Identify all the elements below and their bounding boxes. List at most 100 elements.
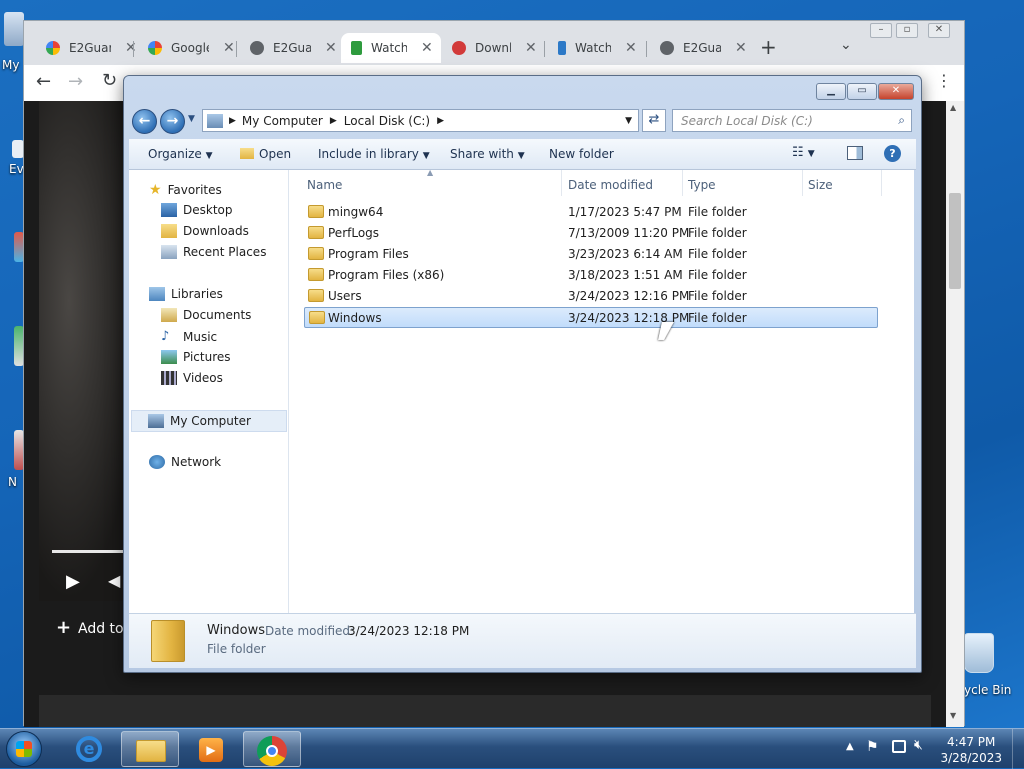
tab-search-icon[interactable]: ⌄ [840, 37, 852, 53]
tab-label: Google [171, 41, 209, 55]
close-tab-icon[interactable]: ✕ [735, 40, 747, 56]
desktop-icon [161, 203, 177, 217]
close-tab-icon[interactable]: ✕ [625, 40, 637, 56]
close-tab-icon[interactable]: ✕ [525, 40, 537, 56]
tab-5[interactable]: Downl ✕ [442, 33, 537, 63]
address-bar[interactable]: ▶ My Computer ▶ Local Disk (C:) ▶ ▼ [202, 109, 639, 132]
progress-bar[interactable] [52, 550, 124, 553]
recycle-bin-icon[interactable] [964, 633, 994, 673]
maximize-button[interactable]: ▭ [847, 83, 877, 100]
file-row-selected[interactable]: Windows 3/24/2023 12:18 PM File folder [304, 307, 878, 328]
taskbar-internet-explorer[interactable]: e [60, 731, 118, 767]
volume-muted-icon[interactable]: 🔇︎ [914, 737, 923, 753]
new-folder-button[interactable]: New folder [549, 147, 614, 161]
new-tab-icon[interactable]: + [760, 35, 777, 59]
preview-pane-icon[interactable] [847, 146, 863, 160]
menu-icon[interactable]: ⋮ [936, 71, 952, 90]
network-tray-icon[interactable] [892, 740, 906, 753]
tab-4-active[interactable]: Watch ✕ [341, 33, 441, 63]
tab-2[interactable]: Google ✕ [138, 33, 235, 63]
column-divider[interactable] [881, 170, 882, 196]
file-row[interactable]: Program Files (x86) 3/18/2023 1:51 AM Fi… [304, 265, 878, 286]
forward-button[interactable]: → [160, 109, 185, 134]
close-button[interactable]: ✕ [928, 23, 950, 38]
nav-videos[interactable]: Videos [161, 371, 223, 385]
scroll-down-icon[interactable]: ▼ [950, 711, 956, 720]
action-center-flag-icon[interactable]: ⚑ [866, 739, 879, 755]
breadcrumb-separator-icon: ▶ [329, 115, 337, 126]
view-options-icon[interactable]: ☷ ▼ [792, 145, 815, 160]
organize-button[interactable]: Organize ▼ [148, 147, 213, 161]
column-header-type[interactable]: Type [688, 178, 716, 192]
file-row[interactable]: mingw64 1/17/2023 5:47 PM File folder [304, 202, 878, 223]
search-icon[interactable]: ⌕ [898, 113, 905, 128]
file-row[interactable]: PerfLogs 7/13/2009 11:20 PM File folder [304, 223, 878, 244]
nav-favorites[interactable]: ★ Favorites [149, 182, 222, 198]
help-icon[interactable]: ? [884, 145, 901, 162]
breadcrumb-local-disk[interactable]: Local Disk (C:) [344, 114, 430, 128]
back-button[interactable]: ← [132, 109, 157, 134]
close-tab-icon[interactable]: ✕ [325, 40, 337, 56]
breadcrumb-my-computer[interactable]: My Computer [242, 114, 323, 128]
desktop-icon-my-computer[interactable] [4, 12, 24, 46]
show-desktop-button[interactable] [1012, 729, 1024, 769]
tab-strip: E2Guar ✕ Google ✕ E2Guar ✕ Watch ✕ Downl… [24, 21, 964, 65]
close-button[interactable]: ✕ [878, 83, 914, 100]
start-button[interactable] [6, 731, 42, 767]
column-divider[interactable] [682, 170, 683, 196]
tab-7[interactable]: E2Guar ✕ [650, 33, 747, 63]
tab-6[interactable]: Watchi ✕ [548, 33, 637, 63]
close-tab-icon[interactable]: ✕ [421, 40, 433, 56]
file-row[interactable]: Program Files 3/23/2023 6:14 AM File fol… [304, 244, 878, 265]
open-button[interactable]: Open [240, 147, 291, 161]
tab-1[interactable]: E2Guar ✕ [36, 33, 137, 63]
nav-pictures[interactable]: Pictures [161, 350, 231, 364]
taskbar-media-player[interactable]: ▶ [182, 731, 240, 767]
column-divider[interactable] [561, 170, 562, 196]
nav-libraries[interactable]: Libraries [149, 287, 223, 301]
nav-desktop[interactable]: Desktop [161, 203, 233, 217]
add-icon[interactable]: + [56, 617, 71, 638]
play-icon[interactable]: ▶ [66, 571, 80, 592]
taskbar-explorer[interactable] [121, 731, 179, 767]
open-label: Open [259, 147, 292, 161]
back-icon[interactable]: ← [36, 71, 51, 92]
minimize-button[interactable]: – [870, 23, 892, 38]
nav-music[interactable]: ♪ Music [161, 329, 217, 344]
close-tab-icon[interactable]: ✕ [223, 40, 235, 56]
taskbar-chrome[interactable] [243, 731, 301, 767]
nav-documents[interactable]: Documents [161, 308, 251, 322]
include-label: Include in library [318, 147, 419, 161]
chrome-icon-center [266, 745, 278, 757]
column-header-size[interactable]: Size [808, 178, 833, 192]
share-with-button[interactable]: Share with ▼ [450, 147, 525, 161]
folder-icon [308, 226, 324, 239]
system-clock[interactable]: 4:47 PM 3/28/2023 [940, 734, 1002, 766]
volume-icon[interactable]: ◀ [108, 571, 120, 590]
address-dropdown-icon[interactable]: ▼ [625, 116, 632, 126]
nav-network[interactable]: Network [149, 455, 221, 469]
minimize-button[interactable]: ▁ [816, 83, 846, 100]
add-to-label[interactable]: Add to [78, 621, 124, 637]
column-divider[interactable] [802, 170, 803, 196]
include-in-library-button[interactable]: Include in library ▼ [318, 147, 430, 161]
recent-pages-icon[interactable]: ▼ [188, 114, 195, 124]
refresh-button[interactable]: ⇄ [642, 109, 666, 132]
nav-my-computer[interactable]: My Computer [131, 410, 287, 432]
tab-3[interactable]: E2Guar ✕ [240, 33, 337, 63]
mouse-cursor-icon [658, 322, 674, 340]
search-input[interactable]: Search Local Disk (C:) ⌕ [672, 109, 912, 132]
scroll-thumb[interactable] [949, 193, 961, 289]
forward-icon[interactable]: → [68, 71, 83, 92]
page-scrollbar[interactable]: ▲ ▼ [946, 101, 964, 727]
reload-icon[interactable]: ↻ [102, 70, 117, 91]
column-header-name[interactable]: Name [307, 178, 342, 192]
scroll-up-icon[interactable]: ▲ [950, 103, 956, 112]
maximize-button[interactable]: ▫ [896, 23, 918, 38]
file-row[interactable]: Users 3/24/2023 12:16 PM File folder [304, 286, 878, 307]
close-tab-icon[interactable]: ✕ [125, 40, 137, 56]
column-header-date[interactable]: Date modified [568, 178, 653, 192]
nav-downloads[interactable]: Downloads [161, 224, 249, 238]
show-hidden-icons[interactable]: ▲ [846, 741, 854, 752]
nav-recent-places[interactable]: Recent Places [161, 245, 266, 259]
